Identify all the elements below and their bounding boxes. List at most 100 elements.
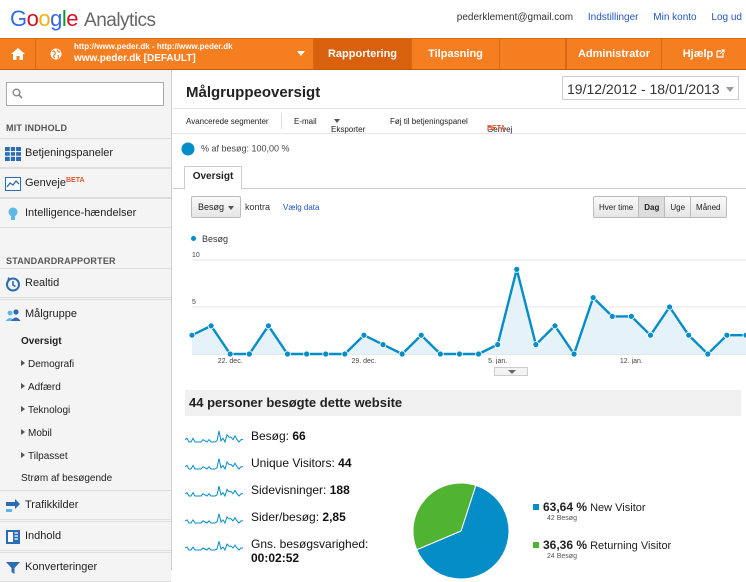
realtime-clock-icon <box>6 277 20 292</box>
sidebar: MIT INDHOLD Betjeningspaneler GenvejeBET… <box>0 70 172 582</box>
expand-triangle-icon <box>21 383 25 389</box>
data-point[interactable] <box>265 322 272 330</box>
advanced-segments-button[interactable]: Avancerede segmenter <box>186 117 269 126</box>
sidebar-sub-custom[interactable]: Tilpasset <box>21 451 68 462</box>
data-point[interactable] <box>704 350 712 358</box>
sidebar-sub-demographics[interactable]: Demografi <box>21 359 74 370</box>
metric-value: 188 <box>329 483 350 497</box>
email-button[interactable]: E-mail <box>294 117 317 126</box>
data-point[interactable] <box>379 341 387 348</box>
data-point[interactable] <box>398 350 406 358</box>
home-button[interactable] <box>0 39 36 69</box>
data-point[interactable] <box>551 322 559 330</box>
settings-link[interactable]: Indstillinger <box>588 12 639 23</box>
data-point[interactable] <box>226 350 234 358</box>
tab-admin[interactable]: Administrator <box>566 39 662 69</box>
metric-label: Sider/besøg: <box>251 510 320 524</box>
data-point[interactable] <box>494 341 502 348</box>
data-point[interactable] <box>475 350 482 358</box>
metric-dropdown[interactable]: Besøg <box>191 196 241 218</box>
sub-label: Mobil <box>28 428 52 439</box>
sidebar-item-audience[interactable]: Målgruppe <box>0 299 171 329</box>
shortcut-chart-icon <box>5 177 21 191</box>
shortcuts-label: Genveje <box>25 177 66 189</box>
period-hourly-button[interactable]: Hver time <box>594 197 640 217</box>
sidebar-item-traffic-sources[interactable]: Trafikkilder <box>0 490 171 520</box>
data-point[interactable] <box>284 350 291 358</box>
expand-triangle-icon <box>21 429 25 435</box>
sidebar-item-label: Intelligence-hændelser <box>25 207 137 219</box>
data-point[interactable] <box>245 350 253 358</box>
conversions-icon <box>6 562 20 574</box>
data-point[interactable] <box>608 313 616 320</box>
sidebar-item-conversions[interactable]: Konverteringer <box>0 552 171 582</box>
data-point[interactable] <box>666 303 673 311</box>
tab-customization[interactable]: Tilpasning <box>412 39 500 69</box>
metric-text: Sidevisninger: 188 <box>251 483 350 497</box>
summary-title: 44 personer besøgte dette website <box>185 390 741 416</box>
pie-legend-returning[interactable]: 36,36 % Returning Visitor 24 Besøg <box>533 538 672 560</box>
data-point[interactable] <box>570 350 578 358</box>
choose-metric-link[interactable]: Vælg data <box>283 203 319 212</box>
visits-line-chart[interactable]: 5 10 22. dec. 29. dec. 5. jan. 12. jan. <box>173 246 746 364</box>
pie-name: Returning Visitor <box>590 540 672 552</box>
data-point[interactable] <box>589 294 597 301</box>
data-point[interactable] <box>207 322 215 330</box>
my-account-link[interactable]: Min konto <box>653 12 696 23</box>
metric-value: 2,85 <box>322 510 346 524</box>
chart-controls: Besøg kontra Vælg data Hver time Dag Uge… <box>173 196 746 224</box>
data-point[interactable] <box>532 341 540 348</box>
chevron-down-icon <box>508 370 516 374</box>
data-point[interactable] <box>341 350 349 358</box>
sidebar-item-intelligence[interactable]: Intelligence-hændelser <box>0 198 171 228</box>
period-month-button[interactable]: Måned <box>691 197 726 217</box>
search-input[interactable] <box>6 82 164 106</box>
y-tick-label: 10 <box>192 252 200 259</box>
sidebar-item-dashboards[interactable]: Betjeningspaneler <box>0 138 171 168</box>
data-point[interactable] <box>647 331 654 339</box>
sidebar-item-label: Betjeningspaneler <box>25 147 114 159</box>
tab-reporting[interactable]: Rapportering <box>314 39 412 69</box>
sidebar-item-shortcuts[interactable]: GenvejeBETA <box>0 168 171 198</box>
traffic-arrows-icon <box>6 499 20 512</box>
sidebar-sub-mobile[interactable]: Mobil <box>21 428 52 439</box>
data-point[interactable] <box>456 350 463 358</box>
sidebar-item-realtime[interactable]: Realtid <box>0 268 171 298</box>
sidebar-sub-technology[interactable]: Teknologi <box>21 405 70 416</box>
chart-range-handle[interactable] <box>494 367 528 376</box>
home-icon <box>10 48 25 60</box>
sub-label: Teknologi <box>28 405 71 416</box>
sidebar-sub-overview[interactable]: Oversigt <box>21 336 62 347</box>
data-point[interactable] <box>685 331 693 339</box>
google-analytics-logo[interactable]: Google Analytics <box>10 6 156 32</box>
data-point[interactable] <box>303 350 311 358</box>
date-range-picker[interactable]: 19/12/2012 - 18/01/2013 <box>562 76 739 100</box>
data-point[interactable] <box>513 265 521 273</box>
period-day-button[interactable]: Dag <box>639 197 666 217</box>
data-point[interactable] <box>436 350 444 358</box>
logout-link[interactable]: Log ud <box>711 12 742 23</box>
sparkline <box>185 513 243 525</box>
expand-triangle-icon <box>21 406 25 412</box>
visitor-type-pie-chart[interactable] <box>411 481 511 581</box>
data-point[interactable] <box>322 350 330 358</box>
pie-legend-new[interactable]: 63,64 % New Visitor 42 Besøg <box>533 500 646 522</box>
export-button[interactable]: Eksporter <box>331 117 365 134</box>
toolbar-divider <box>281 113 282 129</box>
sidebar-sub-behavior[interactable]: Adfærd <box>21 382 61 393</box>
add-to-dashboard-button[interactable]: Føj til betjeningspanel <box>390 117 468 126</box>
account-selector[interactable]: http://www.peder.dk - http://www.peder.d… <box>36 39 314 69</box>
tab-overview[interactable]: Oversigt <box>184 166 242 190</box>
data-point[interactable] <box>723 331 731 339</box>
data-point[interactable] <box>188 331 196 339</box>
x-tick-label: 29. dec. <box>351 358 376 364</box>
period-week-button[interactable]: Uge <box>665 197 692 217</box>
data-point[interactable] <box>417 331 425 339</box>
tab-help[interactable]: Hjælp <box>662 39 746 69</box>
sidebar-item-content[interactable]: Indhold <box>0 521 171 551</box>
data-point[interactable] <box>360 331 368 339</box>
data-point[interactable] <box>627 313 635 320</box>
x-tick-label: 12. jan. <box>620 358 643 364</box>
account-profile: www.peder.dk [DEFAULT] <box>74 53 196 64</box>
sidebar-sub-visitor-flow[interactable]: Strøm af besøgende <box>21 473 112 484</box>
